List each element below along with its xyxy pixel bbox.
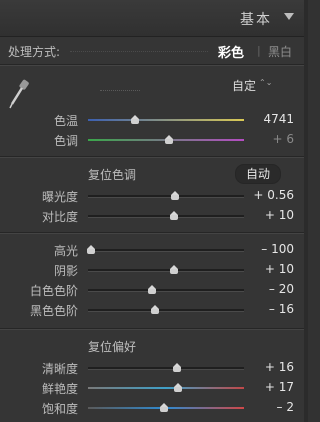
treatment-separator: | <box>257 44 261 57</box>
slider-label: 高光 <box>53 244 78 258</box>
slider-label: 阴影 <box>53 264 78 278</box>
panel-header[interactable]: 基本 <box>0 0 308 37</box>
slider-thumb[interactable] <box>174 383 183 392</box>
treatment-color-option[interactable]: 彩色 <box>218 42 244 61</box>
slider-label: 黑色色阶 <box>29 304 78 318</box>
slider-label: 鲜艳度 <box>41 382 78 396</box>
basic-panel: 基本 处理方式: 彩色 | 黑白 自定 ⌃⌄ 色温 4741 色调 + 6 复位色调 … <box>0 0 308 422</box>
slider-value[interactable]: + 0.56 <box>253 188 294 202</box>
slider-track[interactable] <box>88 215 244 218</box>
slider-thumb[interactable] <box>165 135 174 144</box>
slider-thumb[interactable] <box>169 211 178 220</box>
slider-label: 色温 <box>53 114 78 128</box>
slider-row: 色温 4741 <box>0 110 308 130</box>
divider <box>0 329 308 330</box>
treatment-leader <box>70 51 208 52</box>
slider-row: 白色色阶 – 20 <box>0 280 308 300</box>
collapse-triangle-icon[interactable] <box>284 13 294 20</box>
slider-track[interactable] <box>88 249 244 252</box>
slider-thumb[interactable] <box>160 403 169 412</box>
slider-value[interactable]: – 20 <box>269 282 294 296</box>
divider <box>0 157 308 158</box>
treatment-label: 处理方式: <box>8 45 61 59</box>
panel-title: 基本 <box>240 12 272 28</box>
slider-thumb[interactable] <box>130 115 139 124</box>
slider-label: 对比度 <box>41 210 78 224</box>
divider <box>0 233 308 234</box>
auto-tone-button[interactable]: 自动 <box>235 164 281 184</box>
slider-thumb[interactable] <box>169 265 178 274</box>
slider-value[interactable]: – 100 <box>261 242 294 256</box>
slider-value[interactable]: + 10 <box>265 208 294 222</box>
slider-thumb[interactable] <box>147 285 156 294</box>
reset-presence-label[interactable]: 复位偏好 <box>88 338 136 355</box>
slider-track[interactable] <box>88 387 244 389</box>
slider-row: 色调 + 6 <box>0 130 308 150</box>
slider-label: 白色色阶 <box>29 284 78 298</box>
slider-row: 曝光度 + 0.56 <box>0 186 308 206</box>
wb-leader <box>100 90 140 91</box>
reset-tone-label[interactable]: 复位色调 <box>88 166 136 183</box>
slider-label: 清晰度 <box>41 362 78 376</box>
slider-label: 色调 <box>53 134 78 148</box>
slider-track[interactable] <box>88 289 244 292</box>
slider-value[interactable]: 4741 <box>263 112 294 126</box>
slider-track[interactable] <box>88 269 244 272</box>
slider-row: 对比度 + 10 <box>0 206 308 226</box>
slider-thumb[interactable] <box>151 305 160 314</box>
eyedropper-icon[interactable] <box>8 78 30 110</box>
slider-label: 曝光度 <box>41 190 78 204</box>
slider-row: 黑色色阶 – 16 <box>0 300 308 320</box>
slider-value[interactable]: + 6 <box>272 132 294 146</box>
slider-row: 饱和度 – 2 <box>0 398 308 418</box>
treatment-bw-option[interactable]: 黑白 <box>268 43 292 60</box>
slider-row: 高光 – 100 <box>0 240 308 260</box>
slider-value[interactable]: + 16 <box>265 360 294 374</box>
slider-value[interactable]: + 17 <box>265 380 294 394</box>
slider-row: 清晰度 + 16 <box>0 358 308 378</box>
preset-arrows-icon[interactable]: ⌃⌄ <box>259 79 272 87</box>
slider-value[interactable]: – 2 <box>277 400 294 414</box>
slider-label: 饱和度 <box>41 402 78 416</box>
slider-track[interactable] <box>88 367 244 370</box>
divider <box>0 65 308 66</box>
slider-value[interactable]: + 10 <box>265 262 294 276</box>
slider-thumb[interactable] <box>172 363 181 372</box>
treatment-row: 处理方式: 彩色 | 黑白 <box>0 36 308 64</box>
slider-row: 阴影 + 10 <box>0 260 308 280</box>
slider-track[interactable] <box>88 119 244 121</box>
wb-preset-select[interactable]: 自定 <box>232 77 256 94</box>
slider-value[interactable]: – 16 <box>269 302 294 316</box>
slider-thumb[interactable] <box>171 191 180 200</box>
slider-track[interactable] <box>88 195 244 198</box>
slider-thumb[interactable] <box>87 245 96 254</box>
slider-track[interactable] <box>88 309 244 312</box>
panel-edge <box>304 0 308 422</box>
slider-row: 鲜艳度 + 17 <box>0 378 308 398</box>
